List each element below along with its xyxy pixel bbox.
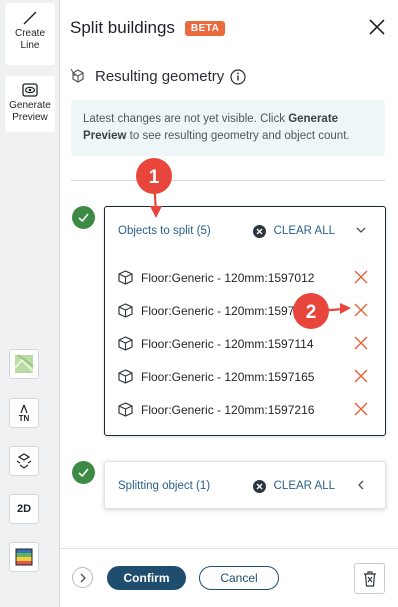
object-name: Floor:Generic - 120mm:1597216 [141, 402, 315, 417]
object-name: Floor:Generic - 120mm:1597114 [141, 336, 314, 351]
objects-check-icon [72, 206, 95, 229]
north-arrow-icon [20, 404, 28, 413]
remove-icon[interactable] [354, 270, 368, 284]
list-item: Floor:Generic - 120mm:1597012 [117, 261, 375, 294]
cube-icon [118, 369, 133, 384]
clear-all-objects-button[interactable]: CLEAR ALL [252, 224, 335, 238]
preview-notice: Latest changes are not yet visible. Clic… [71, 100, 385, 156]
splitting-object-title[interactable]: Splitting object (1) [118, 480, 210, 492]
trash-icon [363, 570, 376, 587]
line-icon [23, 11, 37, 25]
close-icon[interactable] [368, 18, 386, 36]
objects-list: Floor:Generic - 120mm:1597012 Floor:Gene… [117, 261, 375, 426]
2d-view-button[interactable]: 2D [9, 494, 39, 524]
chevron-down-icon[interactable] [355, 223, 367, 237]
cancel-button[interactable]: Cancel [199, 566, 279, 590]
create-line-label: Create Line [14, 28, 45, 51]
list-item: Floor:Generic - 120mm:1597216 [117, 393, 375, 426]
delete-button[interactable] [354, 563, 385, 594]
satellite-map-icon [14, 354, 34, 373]
resulting-geometry-heading: Resulting geometry [70, 68, 246, 85]
cube-icon [118, 270, 133, 285]
callout-1: 1 [136, 158, 172, 218]
eye-icon [22, 83, 38, 97]
tn-label: TN [18, 413, 30, 423]
object-name: Floor:Generic - 120mm:1597165 [141, 369, 315, 384]
object-name: Floor:Generic - 120mm:1597012 [141, 270, 315, 285]
notice-text-pre: Latest changes are not yet visible. Clic… [83, 113, 289, 125]
cube-icon [118, 336, 133, 351]
resulting-geometry-title: Resulting geometry [95, 68, 225, 85]
objects-to-split-title[interactable]: Objects to split (5) [118, 225, 211, 237]
callout-1-number: 1 [149, 167, 160, 188]
expand-button[interactable] [72, 567, 93, 588]
confirm-button[interactable]: Confirm [107, 566, 186, 590]
splitting-card-header: Splitting object (1) CLEAR ALL [118, 478, 375, 494]
generate-preview-label: Generate Preview [9, 100, 51, 123]
object-name: Floor:Generic - 120mm:1597 [141, 303, 295, 318]
chevron-left-icon[interactable] [355, 478, 367, 492]
clear-icon [252, 224, 266, 238]
cube-icon [118, 402, 133, 417]
section-divider [71, 180, 385, 181]
remove-icon[interactable] [354, 402, 368, 416]
color-layers-button[interactable] [9, 542, 39, 572]
beta-badge: BETA [184, 20, 226, 36]
clear-icon [252, 479, 266, 493]
objects-card-header: Objects to split (5) CLEAR ALL [118, 223, 375, 239]
splitting-object-card: Splitting object (1) CLEAR ALL [104, 461, 386, 509]
remove-icon[interactable] [354, 336, 368, 350]
satellite-map-button[interactable] [9, 349, 39, 379]
chevron-right-icon [80, 573, 86, 582]
clear-all-label: CLEAR ALL [273, 225, 335, 237]
create-line-button[interactable]: Create Line [5, 3, 55, 65]
clear-all-label: CLEAR ALL [273, 480, 335, 492]
splitting-check-icon [72, 461, 95, 484]
layers-button[interactable] [9, 446, 39, 476]
cube-icon [118, 303, 133, 318]
2d-label: 2D [16, 503, 32, 515]
layers-icon [16, 453, 32, 469]
split-buildings-panel: Split buildings BETA Resulting geometry … [60, 0, 398, 607]
clear-all-splitting-button[interactable]: CLEAR ALL [252, 479, 335, 493]
callout-2: 2 [293, 293, 351, 329]
left-toolbar: Create Line Generate Preview TN 2D [0, 0, 60, 607]
north-arrow-button[interactable]: TN [9, 398, 39, 428]
callout-2-number: 2 [306, 302, 317, 323]
color-layers-icon [15, 548, 33, 566]
notice-text-post: to see resulting geometry and object cou… [126, 130, 350, 142]
split-cube-icon [70, 68, 84, 83]
panel-header: Split buildings BETA [70, 17, 388, 39]
list-item: Floor:Generic - 120mm:1597165 [117, 360, 375, 393]
panel-title: Split buildings [70, 18, 175, 37]
remove-icon[interactable] [354, 369, 368, 383]
footer-divider [60, 548, 398, 549]
info-icon[interactable] [230, 68, 246, 85]
generate-preview-button[interactable]: Generate Preview [5, 76, 55, 132]
